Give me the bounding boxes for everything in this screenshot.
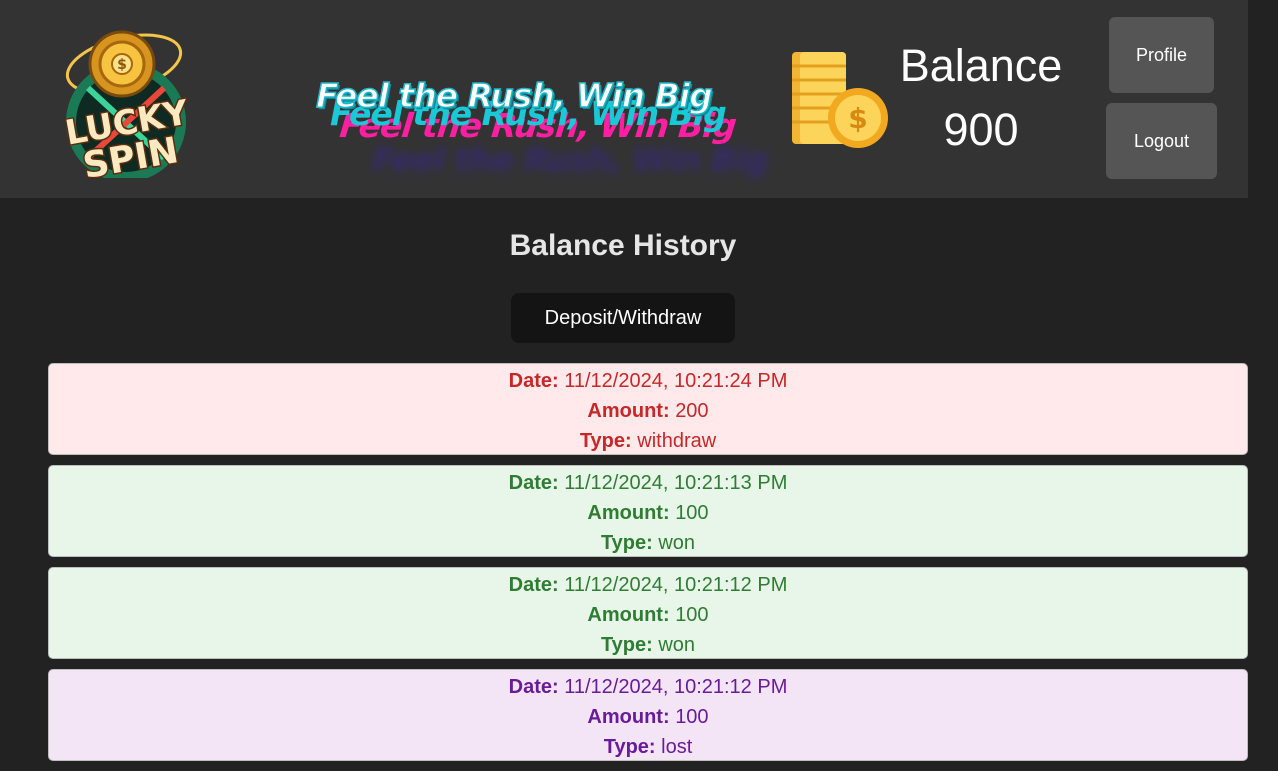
lucky-spin-logo[interactable]: $ LUCKY SPIN	[48, 18, 206, 189]
page-edge	[1248, 0, 1278, 765]
entry-amount-row: Amount: 200	[49, 396, 1247, 426]
date-label: Date:	[508, 676, 559, 698]
entry-type: withdraw	[637, 430, 717, 452]
history-entry: Date: 11/12/2024, 10:21:24 PM Amount: 20…	[48, 363, 1248, 455]
entry-amount: 100	[675, 706, 709, 728]
history-entry: Date: 11/12/2024, 10:21:13 PM Amount: 10…	[48, 465, 1248, 557]
history-entry: Date: 11/12/2024, 10:21:12 PM Amount: 10…	[48, 669, 1248, 761]
entry-amount: 200	[675, 400, 709, 422]
entry-date: 11/12/2024, 10:21:24 PM	[564, 370, 788, 392]
entry-amount-row: Amount: 100	[49, 600, 1247, 630]
entry-type-row: Type: won	[49, 630, 1247, 660]
entry-type-row: Type: won	[49, 528, 1247, 558]
balance-value: 900	[943, 104, 1019, 155]
amount-label: Amount:	[587, 706, 670, 728]
entry-date-row: Date: 11/12/2024, 10:21:24 PM	[49, 366, 1247, 396]
entry-date-row: Date: 11/12/2024, 10:21:12 PM	[49, 570, 1247, 600]
date-label: Date:	[508, 472, 559, 494]
entry-amount: 100	[675, 502, 709, 524]
slogan-shadow-blur: Feel the Rush, Win Big	[372, 140, 769, 179]
type-label: Type:	[600, 634, 653, 656]
entry-type: lost	[661, 736, 693, 758]
slogan-text: Feel the Rush, Win Big	[315, 75, 713, 116]
coin-stack-icon: $	[786, 46, 892, 150]
logout-button[interactable]: Logout	[1106, 103, 1217, 179]
balance-history-list: Date: 11/12/2024, 10:21:24 PM Amount: 20…	[48, 363, 1248, 771]
svg-text:$: $	[848, 102, 867, 135]
svg-text:$: $	[117, 57, 127, 73]
entry-type: won	[658, 532, 696, 554]
entry-date-row: Date: 11/12/2024, 10:21:13 PM	[49, 468, 1247, 498]
entry-amount: 100	[675, 604, 709, 626]
entry-date-row: Date: 11/12/2024, 10:21:12 PM	[49, 672, 1247, 702]
amount-label: Amount:	[587, 400, 670, 422]
history-entry: Date: 11/12/2024, 10:21:12 PM Amount: 10…	[48, 567, 1248, 659]
entry-type-row: Type: lost	[49, 732, 1247, 762]
deposit-withdraw-button[interactable]: Deposit/Withdraw	[511, 293, 735, 343]
page-title: Balance History	[509, 229, 737, 262]
entry-type: won	[658, 634, 696, 656]
date-label: Date:	[508, 370, 559, 392]
type-label: Type:	[600, 532, 653, 554]
top-header: $ LUCKY SPIN Feel the Rush, Win Big Feel…	[0, 0, 1248, 198]
profile-button[interactable]: Profile	[1109, 17, 1214, 93]
entry-amount-row: Amount: 100	[49, 498, 1247, 528]
slogan-banner: Feel the Rush, Win Big Feel the Rush, Wi…	[310, 70, 780, 190]
entry-amount-row: Amount: 100	[49, 702, 1247, 732]
date-label: Date:	[508, 574, 559, 596]
amount-label: Amount:	[587, 502, 670, 524]
entry-date: 11/12/2024, 10:21:13 PM	[564, 472, 788, 494]
entry-date: 11/12/2024, 10:21:12 PM	[564, 676, 788, 698]
type-label: Type:	[579, 430, 632, 452]
entry-type-row: Type: withdraw	[49, 426, 1247, 456]
amount-label: Amount:	[587, 604, 670, 626]
type-label: Type:	[603, 736, 656, 758]
balance-label: Balance	[899, 40, 1063, 91]
entry-date: 11/12/2024, 10:21:12 PM	[564, 574, 788, 596]
